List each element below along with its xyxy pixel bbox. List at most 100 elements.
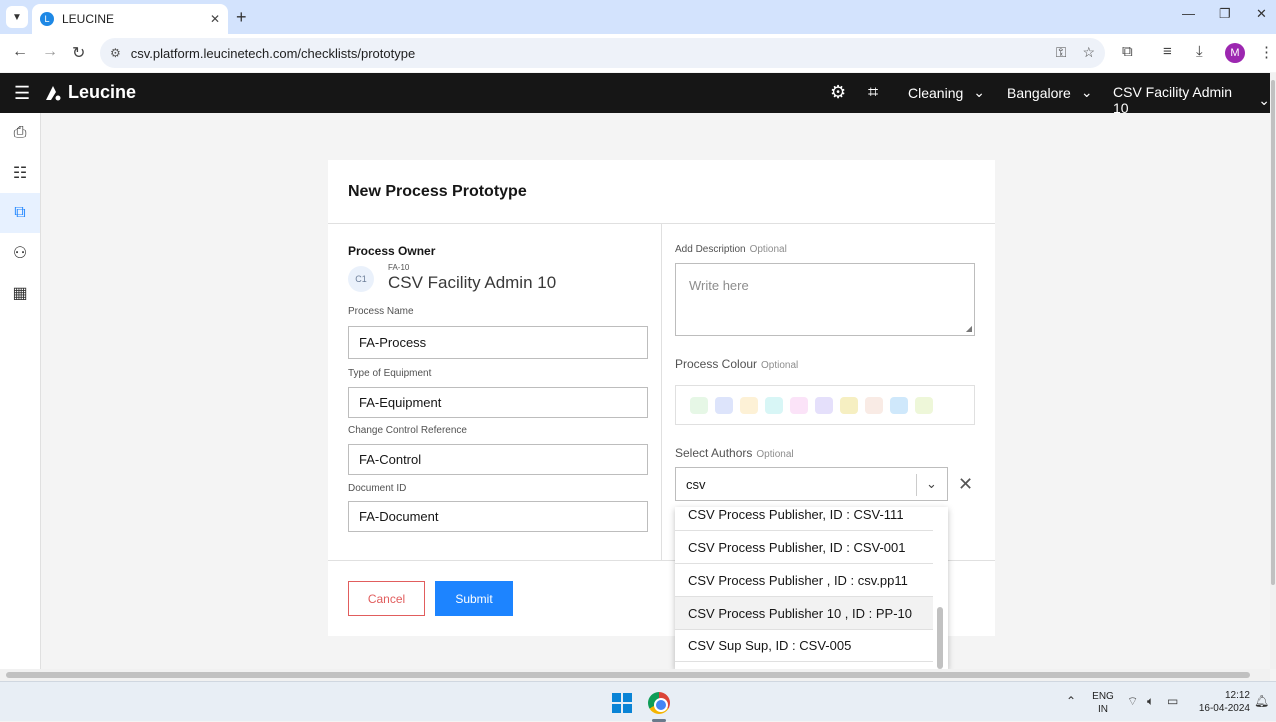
hierarchy-icon: ⚇ bbox=[12, 245, 28, 262]
time-text: 12:12 bbox=[1224, 690, 1250, 701]
inbox-icon: ⎙ bbox=[13, 124, 27, 141]
authors-label-text: Select Authors bbox=[675, 446, 753, 460]
user-dropdown-label: CSV Facility Admin 10 bbox=[1113, 84, 1233, 116]
tab-search-button[interactable]: ▼ bbox=[6, 6, 28, 28]
browser-menu-icon[interactable]: ⋮ bbox=[1259, 43, 1274, 61]
leucine-favicon-icon: L bbox=[40, 12, 54, 26]
chevron-down-icon[interactable]: ⌄ bbox=[926, 476, 937, 492]
equipment-input[interactable]: FA-Equipment bbox=[348, 387, 648, 418]
url-text: csv.platform.leucinetech.com/checklists/… bbox=[130, 45, 416, 61]
document-id-input[interactable]: FA-Document bbox=[348, 501, 648, 532]
authors-label: Select Authors Optional bbox=[675, 446, 794, 460]
taskbar: ⌃ ENG IN ⌔ 🔈︎ ▭ 12:12 16-04-2024 🔔︎ bbox=[0, 681, 1276, 722]
reload-icon[interactable]: ↻ bbox=[72, 43, 85, 63]
wifi-icon[interactable]: ⌔ bbox=[1127, 694, 1138, 709]
process-owner-label: Process Owner bbox=[348, 244, 436, 258]
document-id-label: Document ID bbox=[348, 483, 407, 494]
colour-swatch[interactable] bbox=[765, 397, 783, 414]
address-bar[interactable]: ⚙ csv.platform.leucinetech.com/checklist… bbox=[100, 38, 1105, 68]
clock[interactable]: 12:12 16-04-2024 bbox=[1192, 689, 1250, 715]
restore-button[interactable]: ❐ bbox=[1219, 6, 1231, 22]
description-label: Add Description Optional bbox=[675, 244, 787, 255]
process-name-input[interactable]: FA-Process bbox=[348, 326, 648, 359]
horizontal-scrollbar[interactable] bbox=[6, 672, 1250, 678]
notification-bell-icon[interactable]: 🔔︎ bbox=[1254, 694, 1269, 708]
colour-swatch[interactable] bbox=[915, 397, 933, 414]
resize-grip-icon[interactable]: ◢ bbox=[966, 324, 972, 333]
sidebar-item-hierarchy[interactable]: ⚇ bbox=[0, 233, 40, 273]
chevron-up-icon[interactable]: ⌃ bbox=[1066, 694, 1076, 708]
extensions-icon[interactable]: ⧉ bbox=[1122, 43, 1133, 60]
location-dropdown[interactable]: Bangalore ⌄ bbox=[1007, 84, 1093, 101]
profile-avatar[interactable]: M bbox=[1225, 43, 1245, 63]
minimize-button[interactable]: — bbox=[1182, 6, 1195, 21]
user-dropdown[interactable]: CSV Facility Admin 10 ⌄ bbox=[1113, 84, 1270, 116]
password-key-icon[interactable]: ⚿ bbox=[1056, 44, 1067, 61]
language-code: ENG bbox=[1092, 691, 1114, 702]
sidebar-item-prototypes[interactable]: ⧉ bbox=[0, 193, 40, 233]
sidebar-item-reports[interactable]: ▦ bbox=[0, 273, 40, 313]
tab-title: LEUCINE bbox=[62, 12, 115, 26]
windows-start-icon[interactable] bbox=[612, 693, 632, 713]
browser-toolbar: ← → ↻ ⚙ csv.platform.leucinetech.com/che… bbox=[0, 34, 1276, 72]
media-control-icon[interactable]: ≡ bbox=[1163, 43, 1172, 60]
sidebar-item-checklists[interactable]: ☷ bbox=[0, 153, 40, 193]
facility-dropdown-label: Cleaning bbox=[908, 84, 964, 101]
calculator-icon: ▦ bbox=[12, 285, 28, 302]
author-option[interactable]: CSV Process Publisher , ID : csv.pp11 bbox=[675, 564, 933, 597]
facility-dropdown[interactable]: Cleaning ⌄ bbox=[908, 84, 985, 101]
authors-select[interactable]: csv ⌄ bbox=[675, 467, 948, 501]
colour-picker bbox=[675, 385, 975, 425]
dropdown-scrollbar[interactable] bbox=[937, 607, 943, 669]
description-textarea[interactable]: Write here ◢ bbox=[675, 263, 975, 336]
colour-swatch[interactable] bbox=[865, 397, 883, 414]
close-window-button[interactable]: ✕ bbox=[1256, 6, 1267, 22]
vertical-scrollbar[interactable] bbox=[1271, 80, 1275, 585]
leucine-logo[interactable]: Leucine bbox=[44, 82, 136, 103]
sidebar-item-inbox[interactable]: ⎙ bbox=[0, 113, 40, 153]
site-info-icon[interactable]: ⚙ bbox=[110, 46, 121, 60]
browser-tab[interactable]: L LEUCINE ✕ bbox=[32, 4, 228, 34]
checklist-icon: ☷ bbox=[12, 165, 28, 182]
volume-icon[interactable]: 🔈︎ bbox=[1147, 694, 1154, 709]
clear-authors-icon[interactable]: ✕ bbox=[958, 474, 973, 495]
optional-tag: Optional bbox=[756, 449, 794, 460]
cancel-button[interactable]: Cancel bbox=[348, 581, 425, 616]
change-control-label: Change Control Reference bbox=[348, 425, 467, 436]
colour-swatch[interactable] bbox=[715, 397, 733, 414]
language-indicator[interactable]: ENG IN bbox=[1092, 690, 1114, 716]
back-arrow-icon[interactable]: ← bbox=[12, 43, 28, 61]
colour-swatch[interactable] bbox=[790, 397, 808, 414]
region-code: IN bbox=[1098, 704, 1108, 715]
colour-swatch[interactable] bbox=[840, 397, 858, 414]
colour-label-text: Process Colour bbox=[675, 357, 758, 371]
chrome-icon[interactable] bbox=[648, 692, 670, 714]
colour-swatch[interactable] bbox=[740, 397, 758, 414]
description-label-text: Add Description bbox=[675, 244, 746, 255]
owner-id: FA-10 bbox=[388, 263, 410, 272]
forward-arrow-icon[interactable]: → bbox=[42, 43, 58, 61]
author-option[interactable]: CSV Process Publisher, ID : CSV-001 bbox=[675, 531, 933, 564]
close-tab-icon[interactable]: ✕ bbox=[210, 12, 220, 26]
optional-tag: Optional bbox=[761, 360, 799, 371]
scan-icon[interactable]: ⌗ bbox=[868, 82, 878, 103]
settings-gear-icon[interactable]: ⚙ bbox=[830, 82, 846, 103]
flow-icon: ⧉ bbox=[14, 204, 26, 221]
bookmark-star-icon[interactable]: ☆ bbox=[1082, 44, 1095, 61]
author-option[interactable]: CSV Sup Sup, ID : CSV-005 bbox=[675, 629, 933, 662]
change-control-input[interactable]: FA-Control bbox=[348, 444, 648, 475]
leucine-logo-icon bbox=[46, 85, 61, 100]
colour-swatch[interactable] bbox=[690, 397, 708, 414]
submit-button[interactable]: Submit bbox=[435, 581, 513, 616]
author-option[interactable]: CSV Process Publisher 10 , ID : PP-10 bbox=[675, 597, 933, 630]
new-tab-button[interactable]: + bbox=[236, 7, 247, 28]
page-title: New Process Prototype bbox=[348, 183, 527, 200]
author-option[interactable]: CSV Process Publisher, ID : CSV-111 bbox=[675, 507, 933, 531]
hamburger-menu-icon[interactable]: ☰ bbox=[14, 83, 30, 104]
battery-icon[interactable]: ▭ bbox=[1167, 694, 1178, 708]
colour-swatch[interactable] bbox=[815, 397, 833, 414]
colour-swatch[interactable] bbox=[890, 397, 908, 414]
download-icon[interactable]: ⤓ bbox=[1196, 43, 1203, 60]
authors-search-input[interactable]: csv bbox=[686, 477, 706, 492]
divider bbox=[661, 224, 662, 560]
